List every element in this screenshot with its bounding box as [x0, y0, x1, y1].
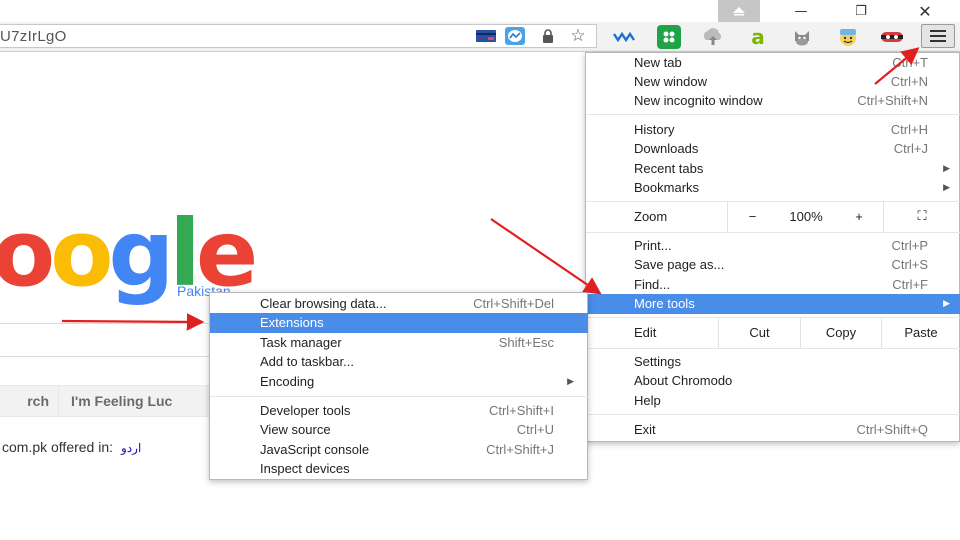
menu-item-more-tools[interactable]: More tools ▶ — [586, 294, 960, 314]
menu-item-settings[interactable]: Settings — [586, 352, 960, 372]
arrow-to-more-tools — [490, 218, 602, 295]
submenu-item-task-manager[interactable]: Task manager Shift+Esc — [210, 333, 588, 353]
hamburger-icon — [930, 30, 946, 42]
zoom-row: Zoom − 100% + ⛶ — [586, 202, 960, 232]
more-tools-submenu: Clear browsing data... Ctrl+Shift+Del Ext… — [209, 292, 588, 480]
lock-icon — [538, 27, 558, 45]
menu-item-about[interactable]: About Chromodo — [586, 371, 960, 391]
maximize-button[interactable]: ❐ — [838, 0, 884, 22]
zoom-label: Zoom — [634, 209, 668, 224]
cut-button[interactable]: Cut — [718, 318, 800, 348]
paste-button[interactable]: Paste — [881, 318, 960, 348]
extension-wave-icon[interactable] — [612, 25, 636, 49]
close-window-button[interactable]: ✕ — [902, 0, 948, 22]
menu-item-history[interactable]: History Ctrl+H — [586, 120, 960, 140]
address-bar[interactable]: U7zIrLgO ☆ — [0, 24, 597, 48]
feeling-lucky-button[interactable]: I'm Feeling Luc — [58, 385, 218, 417]
title-bar: — ❐ ✕ — [0, 0, 960, 22]
menu-item-find[interactable]: Find... Ctrl+F — [586, 275, 960, 295]
menu-separator — [586, 348, 960, 349]
chrome-menu-button[interactable] — [921, 24, 955, 48]
zoom-level: 100% — [789, 209, 823, 224]
browser-toolbar: U7zIrLgO ☆ a — [0, 22, 960, 52]
menu-item-new-incognito[interactable]: New incognito window Ctrl+Shift+N — [586, 91, 960, 111]
minimize-button[interactable]: — — [778, 0, 824, 22]
extension-a-icon[interactable]: a — [746, 25, 770, 49]
edit-label: Edit — [634, 325, 657, 340]
menu-item-new-window[interactable]: New window Ctrl+N — [586, 72, 960, 92]
copy-button[interactable]: Copy — [800, 318, 881, 348]
google-search-button[interactable]: rch — [0, 385, 62, 417]
menu-separator — [586, 232, 960, 233]
submenu-arrow-icon: ▶ — [943, 299, 950, 309]
zoom-out-button[interactable]: − — [727, 202, 777, 232]
menu-item-exit[interactable]: Exit Ctrl+Shift+Q — [586, 420, 960, 440]
submenu-arrow-icon: ▶ — [943, 164, 950, 174]
submenu-item-extensions[interactable]: Extensions — [210, 313, 588, 333]
menu-item-bookmarks[interactable]: Bookmarks ▶ — [586, 178, 960, 198]
submenu-item-dev-tools[interactable]: Developer tools Ctrl+Shift+I — [210, 401, 588, 421]
arrow-to-extensions — [61, 313, 205, 331]
search-input[interactable] — [0, 323, 212, 357]
submenu-arrow-icon: ▶ — [943, 183, 950, 193]
extension-download-icon[interactable] — [701, 25, 725, 49]
menu-separator — [586, 114, 960, 115]
extension-mask-icon[interactable] — [880, 25, 904, 49]
zoom-in-button[interactable]: + — [835, 202, 883, 232]
extension-green-icon[interactable] — [657, 25, 681, 49]
menu-item-downloads[interactable]: Downloads Ctrl+J — [586, 139, 960, 159]
submenu-item-view-source[interactable]: View source Ctrl+U — [210, 420, 588, 440]
submenu-item-js-console[interactable]: JavaScript console Ctrl+Shift+J — [210, 440, 588, 460]
submenu-arrow-icon: ▶ — [567, 377, 574, 387]
offered-in-text: com.pk offered in: اردو — [2, 439, 142, 455]
card-icon[interactable] — [476, 27, 496, 45]
extension-face-icon[interactable] — [836, 25, 860, 49]
menu-item-print[interactable]: Print... Ctrl+P — [586, 236, 960, 256]
menu-item-help[interactable]: Help — [586, 391, 960, 411]
extension-cat-icon[interactable] — [790, 25, 814, 49]
menu-item-new-tab[interactable]: New tab Ctrl+T — [586, 53, 960, 73]
chrome-main-menu: New tab Ctrl+T New window Ctrl+N New incog… — [585, 52, 960, 442]
star-icon[interactable]: ☆ — [568, 26, 588, 46]
submenu-item-add-taskbar[interactable]: Add to taskbar... — [210, 352, 588, 372]
menu-separator — [586, 414, 960, 415]
url-text: U7zIrLgO — [0, 28, 67, 45]
language-link[interactable]: اردو — [121, 441, 141, 455]
submenu-item-inspect[interactable]: Inspect devices — [210, 459, 588, 479]
fullscreen-icon[interactable]: ⛶ — [883, 202, 960, 232]
arrow-up-icon[interactable] — [718, 0, 760, 22]
menu-item-save-page[interactable]: Save page as... Ctrl+S — [586, 255, 960, 275]
menu-separator — [210, 396, 588, 397]
menu-item-recent-tabs[interactable]: Recent tabs ▶ — [586, 159, 960, 179]
messenger-icon[interactable] — [505, 27, 525, 45]
submenu-item-encoding[interactable]: Encoding ▶ — [210, 372, 588, 392]
submenu-item-clear-data[interactable]: Clear browsing data... Ctrl+Shift+Del — [210, 294, 588, 314]
edit-row: Edit Cut Copy Paste — [586, 318, 960, 348]
